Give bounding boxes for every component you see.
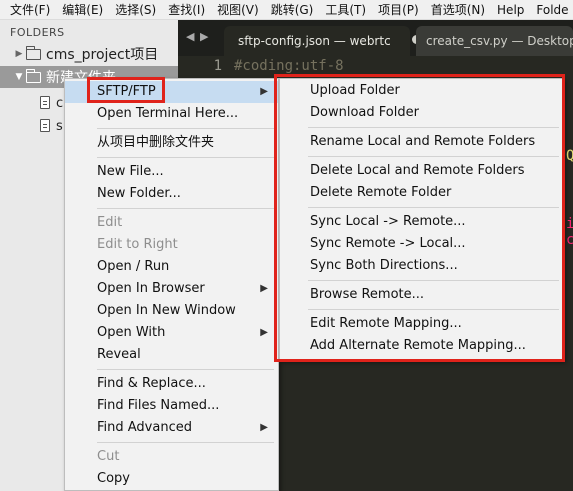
- menu-folder[interactable]: Folde: [530, 0, 573, 20]
- chevron-right-icon: ▶: [260, 422, 268, 433]
- chevron-right-icon: ▶: [260, 283, 268, 294]
- ctx-new-file[interactable]: New File...: [65, 161, 278, 183]
- ctx-open-in-browser[interactable]: Open In Browser ▶: [65, 278, 278, 300]
- menu-separator: [97, 369, 274, 370]
- ctx-open-run[interactable]: Open / Run: [65, 256, 278, 278]
- tab-next-icon[interactable]: ▶: [200, 30, 208, 43]
- ctx-new-folder[interactable]: New Folder...: [65, 183, 278, 205]
- menu-separator: [97, 442, 274, 443]
- menu-goto[interactable]: 跳转(G): [265, 0, 320, 20]
- menu-separator: [97, 128, 274, 129]
- ctx-remove-folder[interactable]: 从项目中删除文件夹: [65, 132, 278, 154]
- menu-edit[interactable]: 编辑(E): [56, 0, 109, 20]
- ctx-find-replace[interactable]: Find & Replace...: [65, 373, 278, 395]
- ctx-open-terminal[interactable]: Open Terminal Here...: [65, 103, 278, 125]
- ctx-copy[interactable]: Copy: [65, 468, 278, 490]
- tab-prev-icon[interactable]: ◀: [186, 30, 194, 43]
- ctx-cut: Cut: [97, 449, 120, 464]
- menu-tools[interactable]: 工具(T): [319, 0, 372, 20]
- code-glyph: Q: [566, 148, 573, 164]
- tree-folder-label: cms_project项目: [46, 47, 159, 63]
- tab-create-csv[interactable]: create_csv.py — Desktop: [416, 26, 573, 56]
- file-icon: [40, 119, 50, 132]
- code-line[interactable]: #coding:utf-8: [234, 58, 344, 74]
- menu-project[interactable]: 项目(P): [372, 0, 425, 20]
- annotation-box-submenu: [274, 74, 565, 362]
- file-icon: [40, 96, 50, 109]
- tree-file-label: s: [56, 118, 63, 134]
- context-menu: SFTP/FTP ▶ Open Terminal Here... 从项目中删除文…: [64, 78, 279, 491]
- menu-bar: 文件(F) 编辑(E) 选择(S) 查找(I) 视图(V) 跳转(G) 工具(T…: [0, 0, 573, 20]
- tab-bar: ◀ ▶ sftp-config.json — webrtc create_csv…: [178, 20, 573, 56]
- menu-separator: [97, 157, 274, 158]
- code-glyph: i: [566, 216, 573, 232]
- ctx-edit: Edit: [97, 215, 123, 230]
- menu-find[interactable]: 查找(I): [162, 0, 211, 20]
- chevron-right-icon: ▶: [260, 86, 268, 97]
- line-number: 1: [213, 58, 222, 74]
- folder-open-icon: [25, 68, 41, 83]
- ctx-edit-to-right: Edit to Right: [97, 237, 178, 252]
- ctx-reveal[interactable]: Reveal: [65, 344, 278, 366]
- tree-file-label: c: [56, 95, 64, 111]
- menu-view[interactable]: 视图(V): [211, 0, 265, 20]
- chevron-down-icon[interactable]: ▼: [12, 72, 26, 82]
- menu-file[interactable]: 文件(F): [4, 0, 56, 20]
- menu-preferences[interactable]: 首选项(N): [425, 0, 491, 20]
- folders-header: FOLDERS: [10, 26, 65, 39]
- ctx-open-in-new-window[interactable]: Open In New Window: [65, 300, 278, 322]
- annotation-box-sftp: [87, 77, 165, 103]
- menu-select[interactable]: 选择(S): [109, 0, 162, 20]
- ctx-find-files-named[interactable]: Find Files Named...: [65, 395, 278, 417]
- ctx-open-with[interactable]: Open With ▶: [65, 322, 278, 344]
- ctx-find-advanced[interactable]: Find Advanced ▶: [65, 417, 278, 439]
- tree-folder-cms-project[interactable]: ▶ cms_project项目: [12, 43, 158, 65]
- chevron-right-icon: ▶: [260, 327, 268, 338]
- menu-separator: [97, 208, 274, 209]
- chevron-right-icon[interactable]: ▶: [12, 49, 26, 59]
- menu-help[interactable]: Help: [491, 0, 530, 20]
- code-glyph: c: [566, 232, 573, 248]
- tab-sftp-config[interactable]: sftp-config.json — webrtc: [224, 26, 410, 56]
- folder-icon: [25, 45, 41, 60]
